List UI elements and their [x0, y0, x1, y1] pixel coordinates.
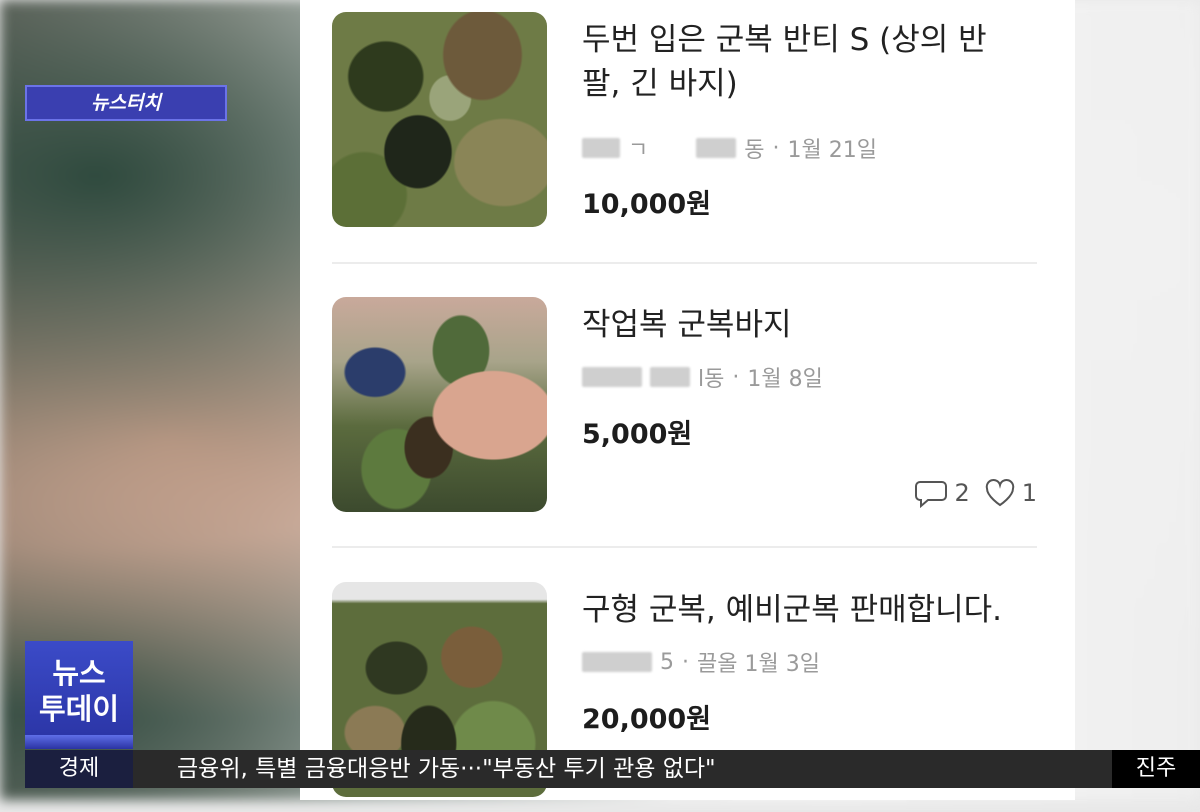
comment-count: 2	[954, 479, 970, 507]
listing-title[interactable]: 구형 군복, 예비군복 판매합니다.	[582, 588, 1012, 632]
listing-title[interactable]: 작업복 군복바지	[582, 303, 1012, 347]
heart-icon[interactable]	[984, 479, 1016, 507]
logo-line: 투데이	[38, 692, 120, 726]
listing-stats: 2 1	[914, 478, 1037, 508]
meta-separator: ·	[772, 135, 780, 161]
location-fragment: 5	[660, 649, 674, 675]
blurred-location	[582, 138, 620, 158]
listing-price: 20,000원	[582, 704, 712, 735]
marketplace-listing-panel: 두번 입은 군복 반티 S (상의 반팔, 긴 바지) ㄱ 동 · 1월 21일…	[300, 0, 1075, 800]
ticker-region: 진주	[1112, 750, 1200, 788]
chat-bubble-icon[interactable]	[914, 478, 948, 508]
listing-price: 10,000원	[582, 189, 712, 220]
news-touch-badge: 뉴스터치	[25, 85, 227, 121]
blurred-location	[650, 367, 690, 387]
listing-meta: ㄱ 동 · 1월 21일	[582, 132, 877, 164]
listing-date: 1월 21일	[787, 138, 877, 163]
listing-title[interactable]: 두번 입은 군복 반티 S (상의 반팔, 긴 바지)	[582, 18, 1012, 106]
listing-date: 1월 8일	[747, 367, 823, 392]
listing-price: 5,000원	[582, 419, 693, 450]
blurred-location	[582, 367, 642, 387]
logo-line: 뉴스	[52, 656, 106, 690]
news-ticker: 경제 금융위, 특별 금융대응반 가동···"부동산 투기 관용 없다" 진주	[25, 750, 1200, 788]
location-fragment: ㄱ	[628, 138, 649, 163]
listing-thumbnail[interactable]	[332, 297, 547, 512]
blurred-location	[696, 138, 737, 158]
listing-meta: 5 · 끌올 1월 3일	[582, 646, 820, 678]
listing-thumbnail[interactable]	[332, 12, 547, 227]
logo-stripe	[25, 735, 133, 749]
like-count: 1	[1021, 479, 1037, 507]
listing-item[interactable]: 두번 입은 군복 반티 S (상의 반팔, 긴 바지) ㄱ 동 · 1월 21일…	[332, 12, 1042, 242]
meta-separator: ·	[732, 364, 740, 390]
meta-separator: ·	[682, 649, 689, 675]
blurred-location	[582, 652, 652, 672]
location-fragment: l동	[698, 367, 725, 392]
divider	[332, 262, 1037, 264]
channel-logo: 뉴스 투데이	[25, 641, 133, 749]
ticker-headline: 금융위, 특별 금융대응반 가동···"부동산 투기 관용 없다"	[177, 756, 716, 782]
listing-date: 끌올 1월 3일	[697, 652, 820, 677]
divider	[332, 546, 1037, 548]
listing-meta: l동 · 1월 8일	[582, 361, 823, 393]
ticker-category: 경제	[25, 750, 133, 788]
location-fragment: 동	[744, 138, 765, 163]
